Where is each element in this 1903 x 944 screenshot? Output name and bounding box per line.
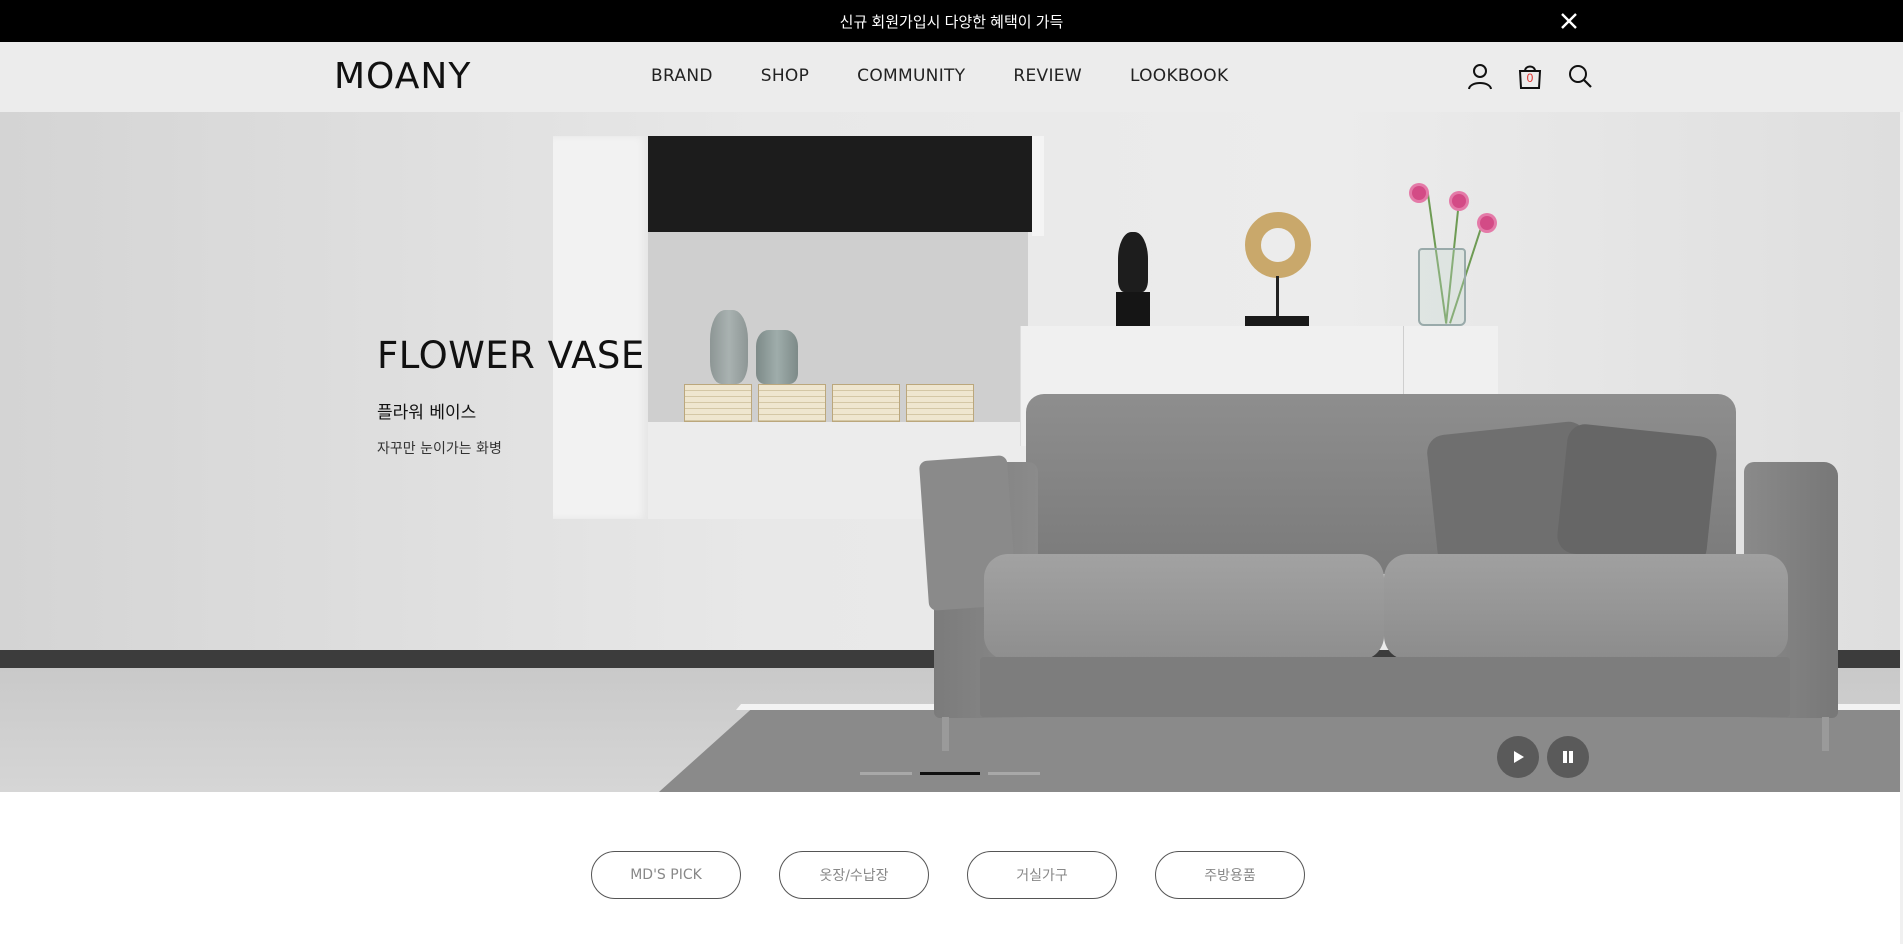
sculpture-base [1245,316,1309,326]
nav-review[interactable]: REVIEW [1013,66,1082,86]
play-icon [1514,751,1524,763]
shelf-cap [1032,136,1044,236]
category-living-room[interactable]: 거실가구 [967,851,1117,899]
owl-figurine [1118,232,1148,292]
category-mds-pick[interactable]: MD'S PICK [591,851,741,899]
promo-text: 신규 회원가입시 다양한 혜택이 가득 [839,13,1064,31]
glass-vase-short [756,330,798,384]
hero-slider: FLOWER VASE 플라워 베이스 자꾸만 눈이가는 화병 [0,112,1903,792]
main-nav: BRAND SHOP COMMUNITY REVIEW LOOKBOOK [651,66,1228,86]
sofa-pillow [1555,422,1719,568]
hero-rug [650,710,1903,792]
hero-title: FLOWER VASE [377,334,645,377]
sofa-cushion-right [1384,554,1788,660]
owl-pedestal [1116,292,1150,326]
slide-indicator-3[interactable] [988,772,1040,775]
header-utilities: 0 [1466,62,1594,90]
user-icon[interactable] [1466,62,1494,90]
cart-count-badge: 0 [1526,71,1534,85]
sculpture-stem [1276,276,1279,318]
hero-subtitle: 플라워 베이스 [377,403,477,423]
sofa-leg [1822,717,1829,751]
pink-flower [1412,186,1426,200]
site-logo[interactable]: MOANY [334,56,471,97]
pink-flower [1452,194,1466,208]
slide-indicator-1[interactable] [860,772,912,775]
pause-button[interactable] [1547,736,1589,778]
sofa-cushion-left [984,554,1384,660]
flower-glass-vase [1418,248,1466,326]
close-icon[interactable] [1559,11,1579,31]
nav-brand[interactable]: BRAND [651,66,713,86]
category-tabs: MD'S PICK 옷장/수납장 거실가구 주방용품 [591,851,1305,899]
pause-icon [1563,751,1573,763]
cart-icon[interactable]: 0 [1516,62,1544,90]
play-button[interactable] [1497,736,1539,778]
promo-bar: 신규 회원가입시 다양한 혜택이 가득 [0,0,1903,42]
ring-sculpture [1245,212,1311,278]
category-kitchen[interactable]: 주방용품 [1155,851,1305,899]
nav-shop[interactable]: SHOP [761,66,809,86]
shelf-side-panel [553,136,649,519]
nav-community[interactable]: COMMUNITY [857,66,965,86]
glass-vase-tall [710,310,748,384]
nav-lookbook[interactable]: LOOKBOOK [1130,66,1228,86]
category-wardrobe[interactable]: 옷장/수납장 [779,851,929,899]
slide-indicators [860,772,1040,775]
hero-description: 자꾸만 눈이가는 화병 [377,441,502,457]
sofa-base [980,657,1790,717]
book-stacks [684,384,974,422]
shelf-black-cabinet [648,136,1032,232]
pink-flower [1480,216,1494,230]
slide-indicator-2[interactable] [920,772,980,775]
site-header: MOANY BRAND SHOP COMMUNITY REVIEW LOOKBO… [0,42,1903,112]
page: 신규 회원가입시 다양한 혜택이 가득 MOANY BRAND SHOP COM… [0,0,1903,944]
search-icon[interactable] [1566,62,1594,90]
sofa-leg [942,717,949,751]
